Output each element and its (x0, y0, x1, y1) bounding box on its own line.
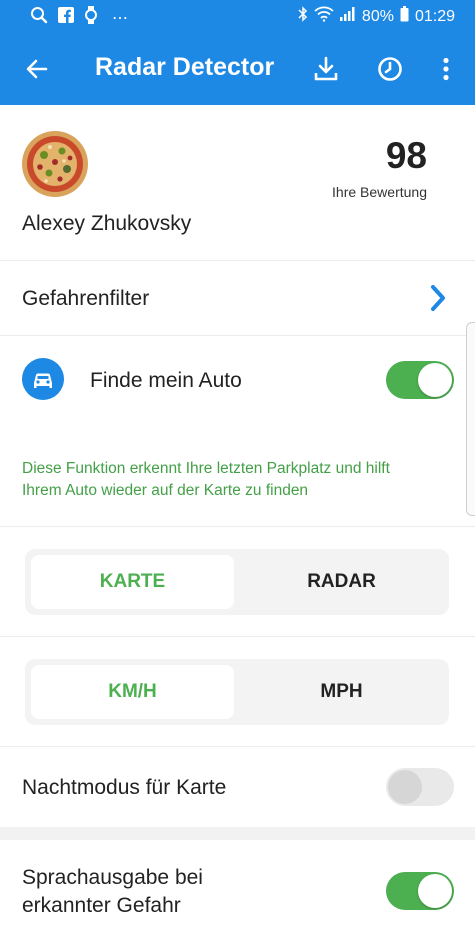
status-bar: ⋯ 80% 01:29 (0, 0, 475, 33)
signal-icon (339, 7, 356, 26)
find-car-description-line2: Ihrem Auto wieder auf der Karte zu finde… (22, 482, 309, 499)
voice-alert-label-line2: erkannter Gefahr (22, 894, 181, 917)
chevron-right-icon (428, 283, 448, 318)
back-button[interactable] (20, 51, 56, 87)
profile-section: Alexey Zhukovsky 98 Ihre Bewertung (0, 105, 475, 260)
night-mode-toggle[interactable] (386, 768, 454, 806)
back-arrow-icon (26, 59, 48, 79)
danger-filter-row[interactable]: Gefahrenfilter (0, 261, 475, 335)
radar-mode-option[interactable]: RADAR (240, 555, 443, 609)
toggle-knob (388, 770, 422, 804)
divider (0, 636, 475, 637)
night-mode-row: Nachtmodus für Karte (0, 747, 475, 827)
status-left-icons: ⋯ (30, 6, 128, 29)
map-mode-option[interactable]: KARTE (31, 555, 234, 609)
find-car-description-line1: Diese Funktion erkennt Ihre letzten Park… (22, 460, 390, 477)
mph-option[interactable]: MPH (240, 665, 443, 719)
status-right: 80% 01:29 (298, 6, 455, 27)
view-mode-selector: KARTE RADAR (25, 549, 449, 615)
history-button[interactable] (372, 51, 408, 87)
section-separator (0, 827, 475, 840)
download-button[interactable] (308, 51, 344, 87)
voice-alert-row: Sprachausgabe bei erkannter Gefahr (0, 840, 475, 948)
find-car-label: Finde mein Auto (90, 369, 242, 392)
overflow-menu-button[interactable] (428, 51, 464, 87)
wifi-icon (314, 6, 334, 27)
battery-percentage: 80% (361, 7, 394, 25)
user-name: Alexey Zhukovsky (22, 212, 192, 235)
danger-filter-label: Gefahrenfilter (22, 287, 150, 310)
more-notifications-icon: ⋯ (112, 9, 128, 27)
toggle-knob (418, 874, 452, 908)
scroll-indicator[interactable] (466, 322, 475, 516)
rating-score: 98 (385, 135, 427, 176)
find-car-toggle[interactable] (386, 361, 454, 399)
more-vert-icon (443, 57, 449, 81)
voice-alert-label-line1: Sprachausgabe bei (22, 866, 203, 889)
rating-label: Ihre Bewertung (332, 184, 427, 200)
kmh-option[interactable]: KM/H (31, 665, 234, 719)
app-bar: Radar Detector (0, 33, 475, 105)
divider (0, 526, 475, 527)
night-mode-label: Nachtmodus für Karte (22, 776, 227, 799)
toggle-knob (418, 363, 452, 397)
avatar[interactable] (22, 131, 88, 197)
download-icon (314, 56, 338, 81)
car-icon (22, 358, 64, 400)
watch-icon (84, 6, 98, 29)
battery-icon (400, 6, 409, 27)
speed-unit-selector: KM/H MPH (25, 659, 449, 725)
app-title: Radar Detector (95, 53, 275, 81)
clock-time: 01:29 (414, 7, 455, 25)
clock-icon (378, 57, 402, 81)
facebook-icon (58, 7, 74, 28)
voice-alert-toggle[interactable] (386, 872, 454, 910)
bluetooth-icon (298, 6, 308, 27)
search-icon (30, 6, 48, 29)
find-car-section: Finde mein Auto Diese Funktion erkennt I… (0, 336, 475, 526)
